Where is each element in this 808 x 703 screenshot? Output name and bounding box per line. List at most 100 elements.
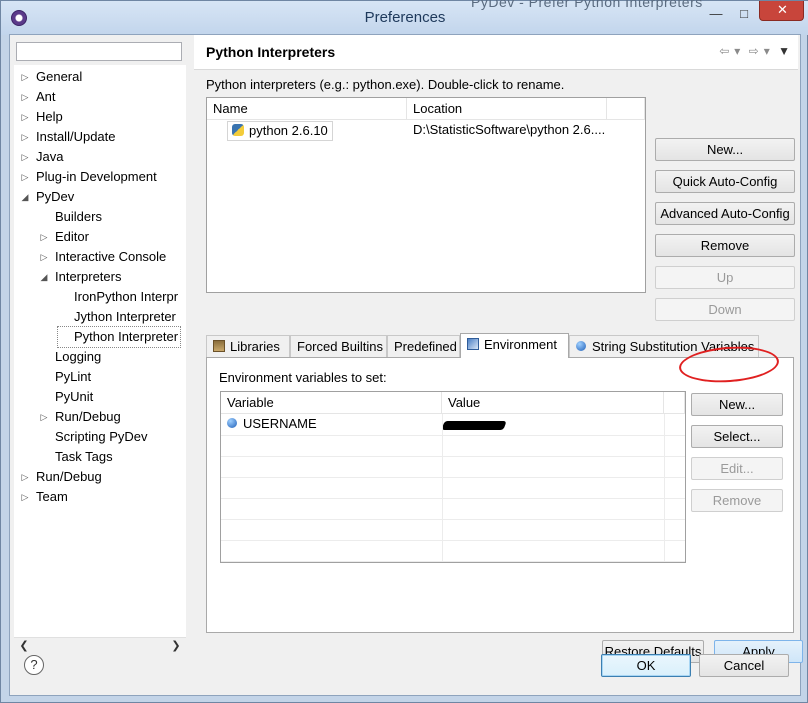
tree-item-label: Plug-in Development [36, 169, 157, 184]
tree-item[interactable]: Builders [39, 207, 104, 227]
cancel-button[interactable]: Cancel [699, 654, 789, 677]
column-header-value[interactable]: Value [442, 392, 664, 414]
tree-horizontal-scrollbar[interactable]: ❮ ❯ [14, 637, 186, 654]
tab-forced-builtins[interactable]: Forced Builtins [290, 335, 387, 357]
tree-item-label: Builders [55, 209, 102, 224]
table-row[interactable]: python 2.6.10 D:\StatisticSoftware\pytho… [207, 120, 645, 141]
tree-item-label: Jython Interpreter [74, 309, 176, 324]
tab-predefined[interactable]: Predefined [387, 335, 460, 357]
collapsed-arrow-icon[interactable]: ▷ [20, 467, 30, 487]
expanded-arrow-icon[interactable]: ◢ [39, 267, 49, 287]
tree-item[interactable]: ▷ Install/Update [20, 127, 118, 147]
tree-item[interactable]: Task Tags [39, 447, 115, 467]
interpreters-description: Python interpreters (e.g.: python.exe). … [206, 77, 565, 92]
collapsed-arrow-icon[interactable]: ▷ [39, 407, 49, 427]
tree-item[interactable]: ▷ Run/Debug [39, 407, 123, 427]
preferences-window: PyDev - Prefer Python Interpreters Prefe… [0, 0, 808, 703]
tree-item[interactable]: ▷ Interactive Console [39, 247, 168, 267]
forward-arrow-icon[interactable]: ⇨ [749, 44, 759, 58]
help-icon[interactable]: ? [24, 655, 44, 675]
quick-auto-config-button[interactable]: Quick Auto-Config [655, 170, 795, 193]
column-header-filler [664, 392, 685, 414]
collapsed-arrow-icon[interactable]: ▷ [20, 87, 30, 107]
tree-item[interactable]: ▷ Editor [39, 227, 91, 247]
grid-line [221, 540, 685, 541]
grid-line [221, 435, 685, 436]
expanded-arrow-icon[interactable]: ◢ [20, 187, 30, 207]
tree-item-label: Help [36, 109, 63, 124]
view-menu-icon[interactable]: ▼ [778, 44, 790, 58]
tree-item[interactable]: ◢ Interpreters [39, 267, 123, 287]
up-button[interactable]: Up [655, 266, 795, 289]
collapsed-arrow-icon[interactable]: ▷ [39, 227, 49, 247]
forward-dropdown-icon[interactable]: ▾ [764, 44, 770, 58]
page-title: Python Interpreters [206, 44, 336, 60]
tree-item[interactable]: Jython Interpreter [58, 307, 178, 327]
collapsed-arrow-icon[interactable]: ▷ [20, 107, 30, 127]
scroll-left-icon[interactable]: ❮ [16, 638, 32, 654]
column-header-variable[interactable]: Variable [221, 392, 442, 414]
preferences-tree[interactable]: ▷ General ▷ Ant ▷ Help ▷ Install/Update ▷ Java ▷ Pl… [14, 65, 186, 637]
interpreter-location-cell[interactable]: D:\StatisticSoftware\python 2.6.... [413, 121, 613, 139]
tree-item-label: Java [36, 149, 64, 164]
table-row[interactable]: USERNAME [221, 414, 685, 435]
preference-page: Python Interpreters ⇦ ▾ ⇨ ▾ ▼ Python inter… [194, 35, 803, 663]
column-header-location[interactable]: Location [407, 98, 607, 120]
title-bar[interactable]: PyDev - Prefer Python Interpreters Prefe… [1, 0, 808, 35]
tree-item-label: Install/Update [36, 129, 116, 144]
tree-item[interactable]: ▷ Run/Debug [20, 467, 104, 487]
tree-item[interactable]: Python Interpreter [56, 326, 182, 348]
new-interpreter-button[interactable]: New... [655, 138, 795, 161]
new-env-variable-button[interactable]: New... [691, 393, 783, 416]
tree-item[interactable]: ▷ General [20, 67, 84, 87]
collapsed-arrow-icon[interactable]: ▷ [20, 67, 30, 87]
tree-item[interactable]: ▷ Java [20, 147, 65, 167]
remove-env-variable-button[interactable]: Remove [691, 489, 783, 512]
column-header-name[interactable]: Name [207, 98, 407, 120]
tree-item[interactable]: IronPython Interpr [58, 287, 180, 307]
tree-item[interactable]: ◢ PyDev [20, 187, 76, 207]
tree-item-label: Run/Debug [36, 469, 102, 484]
close-button[interactable]: ✕ [759, 1, 804, 21]
down-button[interactable]: Down [655, 298, 795, 321]
tree-item[interactable]: ▷ Help [20, 107, 65, 127]
collapsed-arrow-icon[interactable]: ▷ [20, 147, 30, 167]
redacted-value [441, 421, 507, 430]
select-env-variable-button[interactable]: Select... [691, 425, 783, 448]
maximize-icon[interactable]: □ [734, 6, 754, 22]
remove-interpreter-button[interactable]: Remove [655, 234, 795, 257]
env-variables-table[interactable]: Variable Value USERNAME [220, 391, 686, 563]
minimize-icon[interactable]: — [706, 6, 726, 22]
collapsed-arrow-icon[interactable]: ▷ [20, 487, 30, 507]
advanced-auto-config-button[interactable]: Advanced Auto-Config [655, 202, 795, 225]
ok-button[interactable]: OK [601, 654, 691, 677]
tab-environment[interactable]: Environment [460, 333, 569, 358]
column-header-filler [607, 98, 645, 120]
grid-line [221, 456, 685, 457]
variable-icon [227, 418, 237, 428]
tree-item[interactable]: ▷ Team [20, 487, 70, 507]
back-arrow-icon[interactable]: ⇦ [719, 44, 729, 58]
interpreter-name-cell[interactable]: python 2.6.10 [227, 121, 333, 141]
edit-env-variable-button[interactable]: Edit... [691, 457, 783, 480]
scroll-right-icon[interactable]: ❯ [168, 638, 184, 654]
tree-item-label: IronPython Interpr [74, 289, 179, 304]
tree-item[interactable]: Logging [39, 347, 103, 367]
tab-libraries[interactable]: Libraries [206, 335, 290, 357]
interpreters-table[interactable]: Name Location python 2.6.10 D:\Statistic… [206, 97, 646, 293]
tree-item[interactable]: PyLint [39, 367, 93, 387]
collapsed-arrow-icon[interactable]: ▷ [20, 127, 30, 147]
tree-item[interactable]: ▷ Ant [20, 87, 58, 107]
tree-item[interactable]: Scripting PyDev [39, 427, 149, 447]
tree-item[interactable]: ▷ Plug-in Development [20, 167, 159, 187]
filter-input[interactable] [16, 42, 182, 61]
environment-icon [467, 338, 479, 350]
tree-item-label: Interactive Console [55, 249, 167, 264]
environment-panel: Environment variables to set: Variable V… [206, 357, 794, 633]
env-variable-cell[interactable]: USERNAME [227, 416, 317, 431]
collapsed-arrow-icon[interactable]: ▷ [39, 247, 49, 267]
tree-item[interactable]: PyUnit [39, 387, 95, 407]
tree-item-label: Editor [55, 229, 89, 244]
back-dropdown-icon[interactable]: ▾ [734, 44, 740, 58]
collapsed-arrow-icon[interactable]: ▷ [20, 167, 30, 187]
